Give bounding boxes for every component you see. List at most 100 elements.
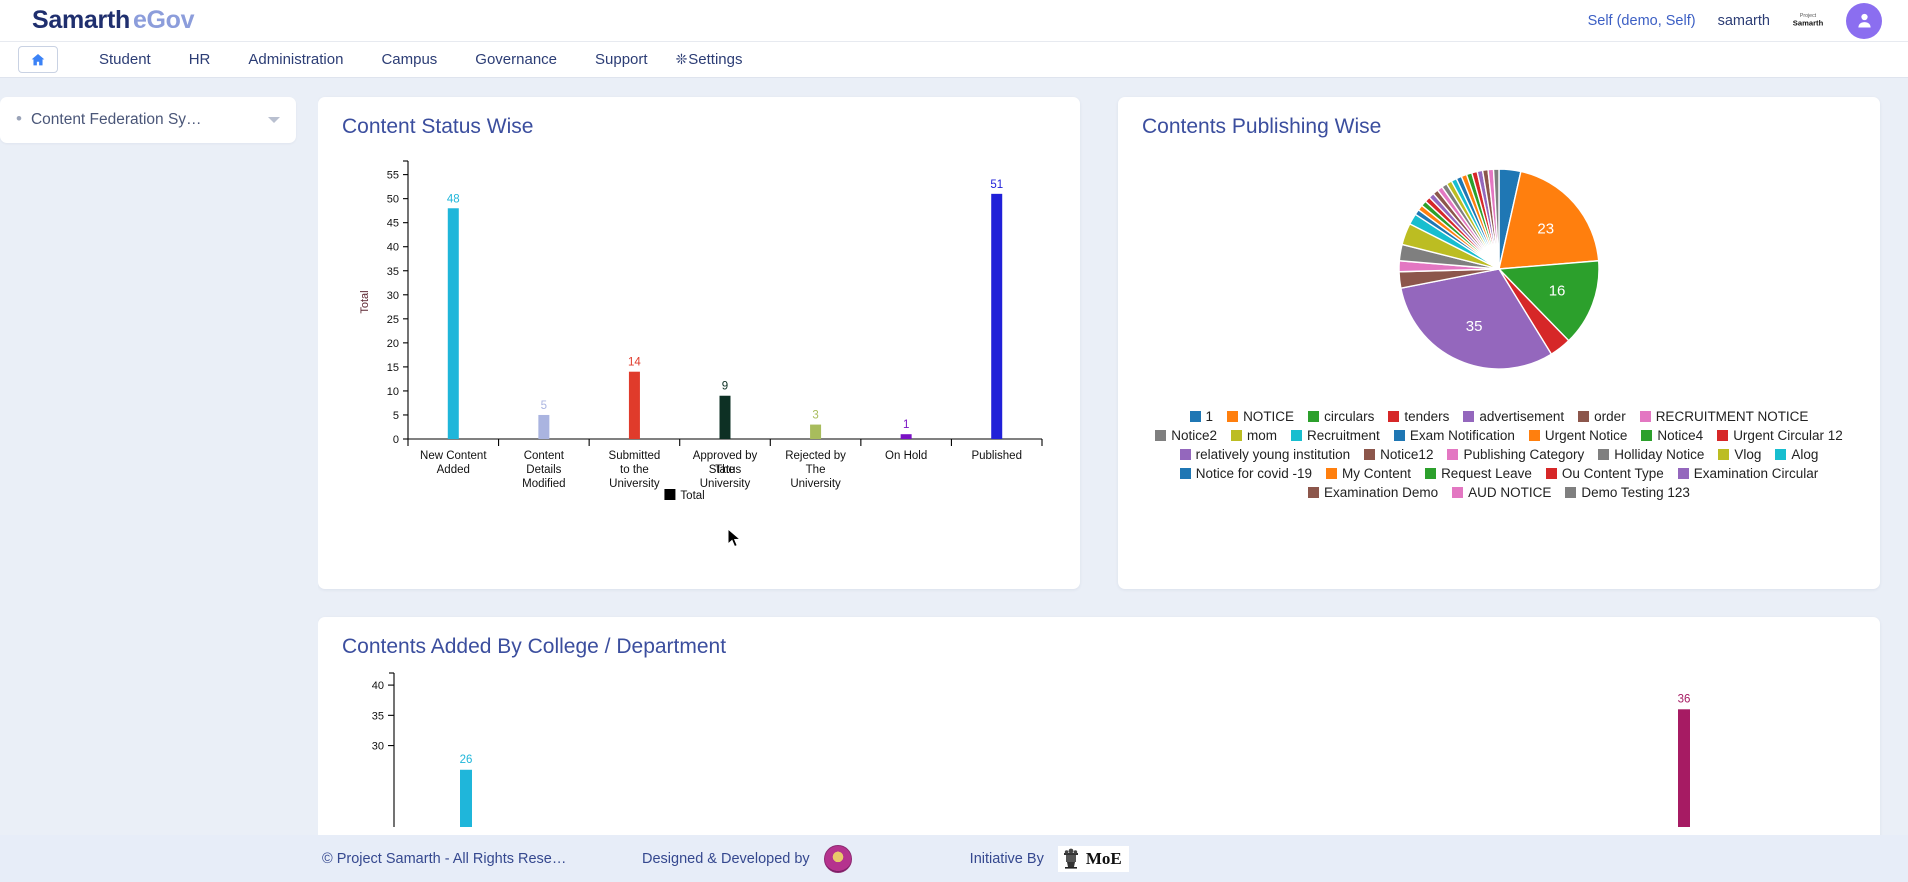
y-tick-label: 15 [387,362,399,374]
role-switch-link[interactable]: Self (demo, Self) [1588,13,1696,29]
pie-svg[interactable]: 23 16 35 [1349,147,1649,397]
x-tick-label: University [790,478,841,490]
card-title-contents-added-by-college-department: Contents Added By College / Department [342,635,727,658]
bar-value-label: 5 [541,400,547,412]
legend-swatch [1326,468,1338,479]
pie-legend-item[interactable]: circulars [1308,409,1374,424]
legend-swatch [1452,487,1464,498]
bar [1678,709,1690,827]
pie-legend-item[interactable]: mom [1231,428,1277,443]
x-axis-title: Status [709,464,742,476]
nav-item-governance[interactable]: Governance [456,51,576,68]
card-contents-publishing-wise: Contents Publishing Wise 23 16 35 1 NOTICE c… [1118,97,1880,589]
pie-legend-item[interactable]: Notice4 [1641,428,1703,443]
y-tick-label: 50 [387,194,399,206]
pie-legend-item[interactable]: AUD NOTICE [1452,485,1551,500]
pie-legend-item[interactable]: relatively young institution [1179,447,1350,462]
pie-slice-label: 35 [1466,318,1483,335]
bar [810,424,822,439]
pie-legend-item[interactable]: Vlog [1718,447,1761,462]
pie-legend-item[interactable]: Alog [1775,447,1818,462]
legend-swatch [1565,487,1577,498]
main-content: Content Status Wise 0 5 10 15 20 25 30 35 40 45 50… [318,78,1908,882]
pie-legend-item[interactable]: Examination Demo [1308,485,1438,500]
pie-legend-item[interactable]: My Content [1326,466,1411,481]
brand-logo[interactable]: Samarth eGov [32,6,195,35]
nav-item-hr[interactable]: HR [170,51,230,68]
sidebar-item-content-federation-system[interactable]: • Content Federation Sy… [0,97,296,143]
user-icon [1857,13,1871,28]
pie-legend-item[interactable]: advertisement [1463,409,1564,424]
pie-legend-item[interactable]: Exam Notification [1393,428,1515,443]
pie-legend-item[interactable]: RECRUITMENT NOTICE [1639,409,1808,424]
footer-designed-by-label: Designed & Developed by [642,850,810,867]
pie-legend-item[interactable]: NOTICE [1227,409,1294,424]
footer-initiative-by-label: Initiative By [969,850,1044,867]
pie-legend-item[interactable]: Recruitment [1291,428,1380,443]
gear-icon: ❊ [675,51,688,67]
pie-legend-item[interactable]: order [1578,409,1626,424]
moe-badge: MoE [1057,845,1129,872]
bar [538,414,550,439]
chevron-down-icon[interactable] [268,117,280,123]
pie-legend-item[interactable]: 1 [1189,409,1213,424]
nav-item-student[interactable]: Student [80,51,170,68]
chart-contents-added-by-college-department[interactable]: 30 35 40 26 36 [342,667,1856,827]
pie-legend-label: My Content [1342,466,1412,481]
x-tick-label: On Hold [885,450,927,462]
pie-legend-item[interactable]: Notice for covid -19 [1179,466,1313,481]
pie-legend-item[interactable]: Urgent Circular 12 [1717,428,1843,443]
pie-legend-item[interactable]: Examination Circular [1677,466,1819,481]
pie-legend-label: AUD NOTICE [1468,485,1552,500]
y-tick-label: 45 [387,218,399,230]
pie-legend-item[interactable]: Demo Testing 123 [1565,485,1690,500]
nav-item-settings-label: Settings [688,51,743,68]
nav-item-settings[interactable]: ❊ Settings [667,51,762,68]
legend-swatch [1393,430,1405,441]
legend-swatch [1308,411,1320,422]
x-tick-label: Details [526,464,561,476]
pie-legend-label: Holliday Notice [1614,447,1705,462]
pie-legend-item[interactable]: Ou Content Type [1545,466,1664,481]
nav-item-administration[interactable]: Administration [229,51,362,68]
sidebar-item-label: Content Federation Sy… [30,111,202,128]
nav-item-campus[interactable]: Campus [362,51,456,68]
legend-swatch [1677,468,1689,479]
brand-primary: Samarth [32,6,130,34]
legend-swatch [1528,430,1540,441]
legend-swatch [1227,411,1239,422]
bar-value-label: 9 [722,381,728,393]
bar [900,434,912,439]
chart-contents-publishing-wise[interactable]: 23 16 35 1 NOTICE circulars tenders advertisem… [1142,147,1856,500]
x-tick-label: Modified [522,478,565,490]
pie-legend-label: Alog [1791,447,1819,462]
x-tick-label: to the [620,464,649,476]
chart-content-status-wise[interactable]: 0 5 10 15 20 25 30 35 40 45 50 55 48 New Content Added… [342,147,1056,547]
pie-legend-label: Examination Circular [1693,466,1819,481]
pie-legend-label: Notice2 [1171,428,1218,443]
bar [628,371,640,439]
pie-legend-label: Recruitment [1307,428,1380,443]
nav-item-support[interactable]: Support [576,51,667,68]
pie-legend-item[interactable]: Notice2 [1155,428,1217,443]
pie-slice-label: 23 [1537,220,1554,237]
pie-legend-item[interactable]: Urgent Notice [1528,428,1627,443]
pie-legend-label: Notice for covid -19 [1195,466,1313,481]
y-tick-label: 25 [387,314,399,326]
pie-legend-item[interactable]: Notice12 [1364,447,1433,462]
y-tick-label: 10 [387,386,399,398]
project-samarth-logo-line2: Samarth [1792,18,1824,27]
brand-secondary: eGov [132,6,195,34]
pie-legend-item[interactable]: Request Leave [1425,466,1532,481]
nav-home-button[interactable] [18,46,58,73]
moe-label: MoE [1085,848,1122,868]
avatar[interactable] [1846,2,1882,39]
pie-legend-item[interactable]: Holliday Notice [1598,447,1704,462]
pie-legend-item[interactable]: Publishing Category [1447,447,1584,462]
bar-value-label: 36 [1678,693,1691,705]
legend-swatch [1447,449,1459,460]
legend-swatch [1425,468,1437,479]
legend-swatch [1308,487,1320,498]
footer-designed-by: Designed & Developed by [642,844,852,873]
pie-legend-item[interactable]: tenders [1388,409,1449,424]
